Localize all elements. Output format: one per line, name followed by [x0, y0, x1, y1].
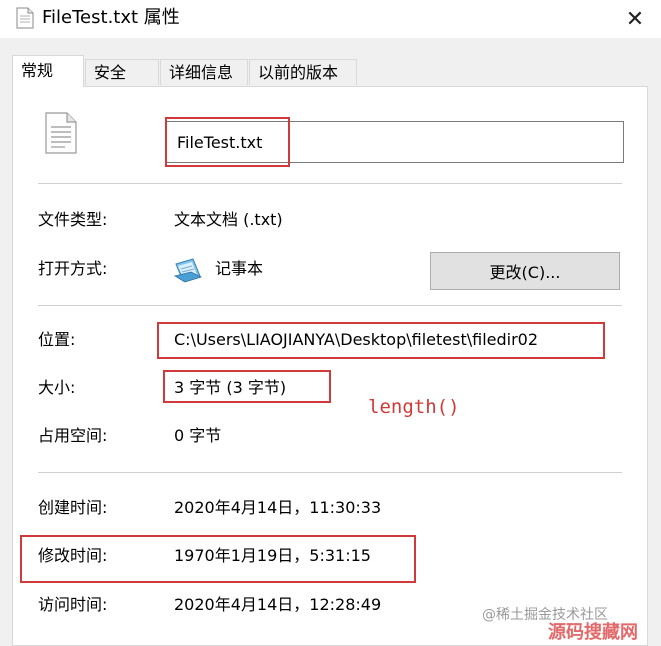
window-title: FileTest.txt 属性	[42, 7, 180, 28]
notepad-icon	[173, 258, 203, 283]
open-with-value: 记事本	[215, 259, 264, 278]
divider	[38, 183, 622, 184]
accessed-value: 2020年4月14日，12:28:49	[174, 595, 382, 614]
close-icon: ✕	[625, 6, 645, 32]
file-type-value: 文本文档 (.txt)	[174, 210, 283, 229]
created-value: 2020年4月14日，11:30:33	[174, 498, 382, 517]
divider	[38, 305, 622, 306]
modified-label: 修改时间:	[38, 546, 108, 565]
tab-general[interactable]: 常规	[12, 55, 84, 87]
close-button[interactable]: ✕	[621, 5, 649, 33]
watermark-logo: 源码搜藏网	[548, 622, 638, 643]
accessed-label: 访问时间:	[38, 595, 108, 614]
size-value: 3 字节 (3 字节)	[174, 378, 287, 397]
created-label: 创建时间:	[38, 498, 108, 517]
disk-size-value: 0 字节	[174, 426, 222, 445]
file-name-input[interactable]	[166, 121, 624, 163]
text-file-icon	[45, 112, 77, 154]
title-bar: FileTest.txt 属性 ✕	[0, 0, 661, 38]
document-icon	[16, 7, 34, 29]
location-label: 位置:	[38, 330, 76, 349]
tab-details[interactable]: 详细信息	[160, 59, 248, 85]
disk-size-label: 占用空间:	[38, 426, 108, 445]
size-label: 大小:	[38, 378, 76, 397]
annotation-note: length()	[368, 396, 460, 418]
tab-security[interactable]: 安全	[85, 59, 159, 85]
tab-previous-versions[interactable]: 以前的版本	[249, 59, 357, 85]
divider	[38, 472, 622, 473]
location-value: C:\Users\LIAOJIANYA\Desktop\filetest\fil…	[174, 330, 539, 349]
open-with-label: 打开方式:	[38, 259, 108, 278]
change-button[interactable]: 更改(C)...	[430, 252, 620, 290]
modified-value: 1970年1月19日，5:31:15	[174, 546, 371, 565]
file-type-label: 文件类型:	[38, 210, 108, 229]
